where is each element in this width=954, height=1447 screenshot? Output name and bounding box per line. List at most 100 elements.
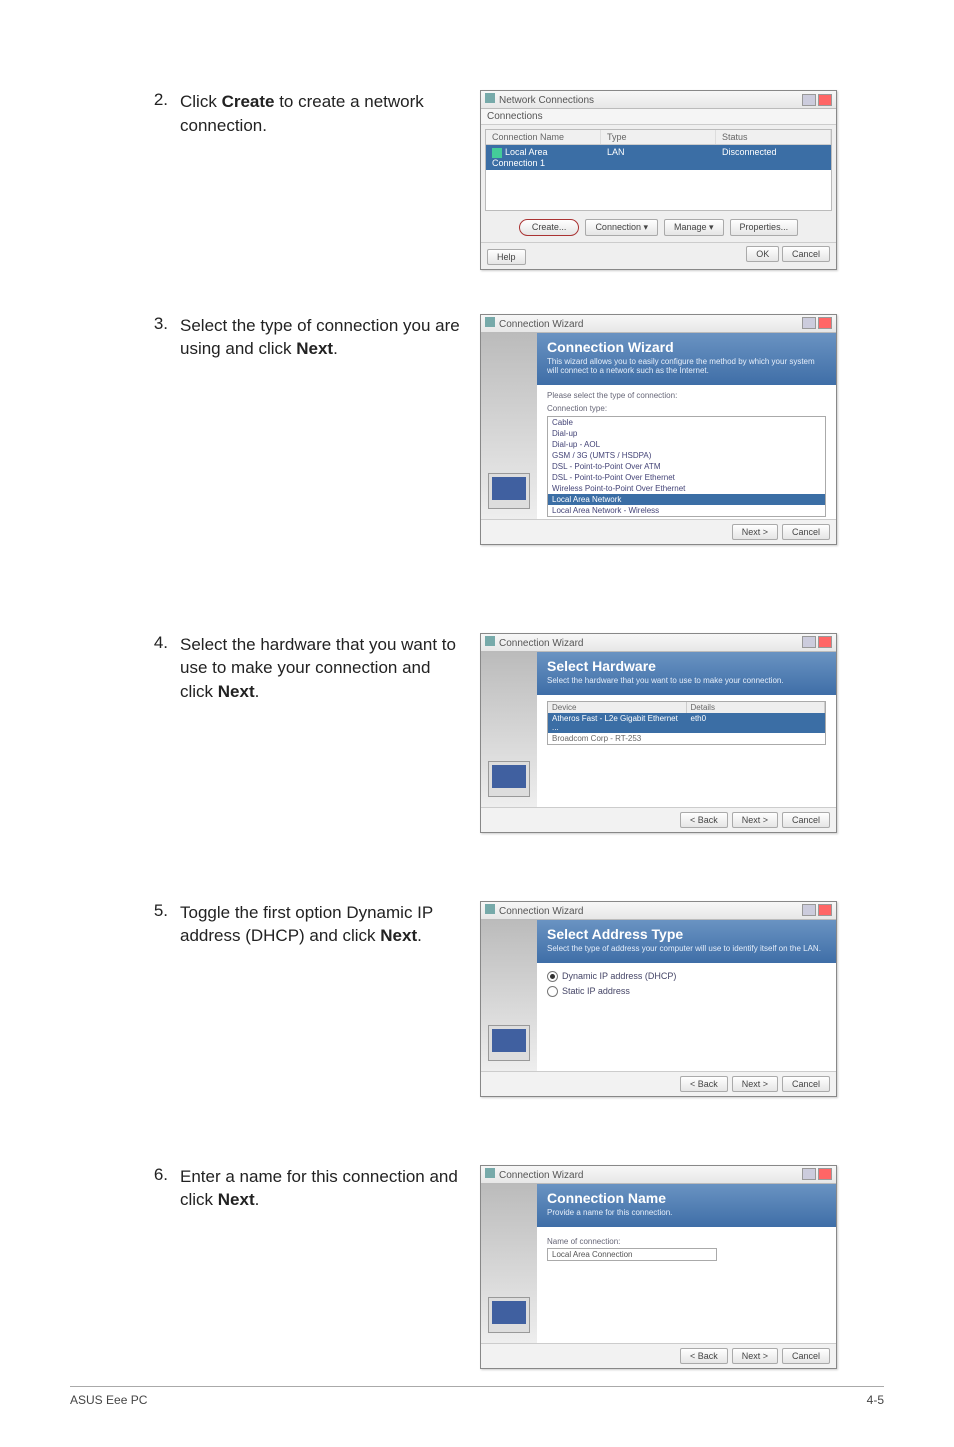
cancel-button[interactable]: Cancel bbox=[782, 1348, 830, 1364]
footer-left: ASUS Eee PC bbox=[70, 1393, 147, 1407]
text-bold: Next bbox=[380, 926, 417, 945]
connection-type-list[interactable]: Cable Dial-up Dial-up - AOL GSM / 3G (UM… bbox=[547, 416, 826, 517]
next-button[interactable]: Next > bbox=[732, 1348, 778, 1364]
close-icon[interactable] bbox=[818, 636, 832, 648]
next-button[interactable]: Next > bbox=[732, 1076, 778, 1092]
step-number: 4. bbox=[140, 633, 168, 653]
list-item[interactable]: Wireless Point-to-Point Over Ethernet bbox=[548, 483, 825, 494]
window-title: Connection Wizard bbox=[499, 319, 583, 330]
screenshot-wizard-address: Connection Wizard Select Address Type Se… bbox=[472, 901, 837, 1097]
cancel-button[interactable]: Cancel bbox=[782, 246, 830, 262]
column-header-name[interactable]: Connection Name bbox=[486, 130, 601, 144]
hardware-table: Device Details Atheros Fast - L2e Gigabi… bbox=[547, 701, 826, 745]
wizard-heading: Connection Wizard bbox=[547, 339, 826, 355]
text-bold: Create bbox=[222, 92, 275, 111]
wizard-description: Select the type of address your computer… bbox=[547, 944, 826, 953]
step-4: 4. Select the hardware that you want to … bbox=[140, 633, 884, 833]
step-text: Select the hardware that you want to use… bbox=[180, 633, 460, 704]
step-number: 2. bbox=[140, 90, 168, 110]
connection-name-input[interactable]: Local Area Connection bbox=[547, 1248, 717, 1261]
radio-label: Dynamic IP address (DHCP) bbox=[562, 971, 676, 981]
back-button[interactable]: < Back bbox=[680, 812, 728, 828]
minimize-icon[interactable] bbox=[802, 94, 816, 106]
field-label: Name of connection: bbox=[547, 1233, 826, 1248]
connection-menu-button[interactable]: Connection ▾ bbox=[585, 219, 658, 236]
manage-menu-button[interactable]: Manage ▾ bbox=[664, 219, 724, 236]
text-fragment: . bbox=[417, 926, 422, 945]
hardware-row[interactable]: Broadcom Corp - RT-253 bbox=[548, 733, 825, 744]
minimize-icon[interactable] bbox=[802, 636, 816, 648]
column-header-details[interactable]: Details bbox=[687, 702, 826, 713]
close-icon[interactable] bbox=[818, 904, 832, 916]
window-title: Connection Wizard bbox=[499, 906, 583, 917]
step-6: 6. Enter a name for this connection and … bbox=[140, 1165, 884, 1369]
list-item[interactable]: DSL - Point-to-Point Over ATM bbox=[548, 461, 825, 472]
step-text: Click Create to create a network connect… bbox=[180, 90, 460, 138]
next-button[interactable]: Next > bbox=[732, 812, 778, 828]
text-bold: Next bbox=[218, 1190, 255, 1209]
list-item[interactable]: DSL - Point-to-Point Over Ethernet bbox=[548, 472, 825, 483]
close-icon[interactable] bbox=[818, 317, 832, 329]
wizard-heading: Select Address Type bbox=[547, 926, 826, 942]
close-icon[interactable] bbox=[818, 1168, 832, 1180]
step-number: 3. bbox=[140, 314, 168, 334]
wizard-description: This wizard allows you to easily configu… bbox=[547, 357, 826, 375]
back-button[interactable]: < Back bbox=[680, 1076, 728, 1092]
next-button[interactable]: Next > bbox=[732, 524, 778, 540]
close-icon[interactable] bbox=[818, 94, 832, 106]
screenshot-wizard-name: Connection Wizard Connection Name Provid… bbox=[472, 1165, 837, 1369]
list-item[interactable]: Dial-up - AOL bbox=[548, 439, 825, 450]
create-button[interactable]: Create... bbox=[519, 219, 580, 236]
connections-list: Connection Name Type Status Local Area C… bbox=[485, 129, 832, 211]
app-icon bbox=[485, 317, 495, 327]
app-icon bbox=[485, 1168, 495, 1178]
radio-icon bbox=[547, 986, 558, 997]
column-header-device[interactable]: Device bbox=[548, 702, 687, 713]
cell-details: eth0 bbox=[687, 713, 826, 733]
page-footer: ASUS Eee PC 4-5 bbox=[70, 1386, 884, 1407]
wizard-heading: Select Hardware bbox=[547, 658, 826, 674]
cancel-button[interactable]: Cancel bbox=[782, 1076, 830, 1092]
app-icon bbox=[485, 904, 495, 914]
text-fragment: . bbox=[255, 1190, 260, 1209]
back-button[interactable]: < Back bbox=[680, 1348, 728, 1364]
help-button[interactable]: Help bbox=[487, 249, 526, 265]
cancel-button[interactable]: Cancel bbox=[782, 812, 830, 828]
text-fragment: . bbox=[333, 339, 338, 358]
properties-button[interactable]: Properties... bbox=[730, 219, 799, 236]
step-number: 6. bbox=[140, 1165, 168, 1185]
wizard-description: Provide a name for this connection. bbox=[547, 1208, 826, 1217]
screenshot-wizard-type: Connection Wizard Connection Wizard This… bbox=[472, 314, 837, 545]
list-item[interactable]: Local Area Network - Wireless bbox=[548, 505, 825, 516]
minimize-icon[interactable] bbox=[802, 904, 816, 916]
radio-static[interactable]: Static IP address bbox=[547, 984, 826, 999]
column-header-status[interactable]: Status bbox=[716, 130, 831, 144]
column-header-type[interactable]: Type bbox=[601, 130, 716, 144]
cancel-button[interactable]: Cancel bbox=[782, 524, 830, 540]
screenshot-network-connections: Network Connections Connections Connecti… bbox=[472, 90, 837, 270]
list-item[interactable]: GSM / 3G (UMTS / HSDPA) bbox=[548, 450, 825, 461]
ok-button[interactable]: OK bbox=[746, 246, 779, 262]
wizard-sidebar-image bbox=[481, 1184, 537, 1343]
cell-device: Atheros Fast - L2e Gigabit Ethernet ... bbox=[548, 713, 687, 733]
text-bold: Next bbox=[218, 682, 255, 701]
radio-dhcp[interactable]: Dynamic IP address (DHCP) bbox=[547, 969, 826, 984]
list-item-selected[interactable]: Local Area Network bbox=[548, 494, 825, 505]
step-text: Enter a name for this connection and cli… bbox=[180, 1165, 460, 1213]
list-item[interactable]: Cable bbox=[548, 417, 825, 428]
field-label: Connection type: bbox=[547, 404, 826, 413]
minimize-icon[interactable] bbox=[802, 317, 816, 329]
hardware-row-selected[interactable]: Atheros Fast - L2e Gigabit Ethernet ... … bbox=[548, 713, 825, 733]
step-number: 5. bbox=[140, 901, 168, 921]
app-icon bbox=[485, 93, 495, 103]
connection-row[interactable]: Local Area Connection 1 LAN Disconnected bbox=[486, 145, 831, 170]
menu-connections[interactable]: Connections bbox=[481, 109, 836, 125]
step-5: 5. Toggle the first option Dynamic IP ad… bbox=[140, 901, 884, 1097]
text-bold: Next bbox=[296, 339, 333, 358]
cell-details bbox=[687, 733, 826, 744]
minimize-icon[interactable] bbox=[802, 1168, 816, 1180]
step-3: 3. Select the type of connection you are… bbox=[140, 314, 884, 545]
radio-icon bbox=[547, 971, 558, 982]
list-item[interactable]: Dial-up bbox=[548, 428, 825, 439]
radio-label: Static IP address bbox=[562, 986, 630, 996]
